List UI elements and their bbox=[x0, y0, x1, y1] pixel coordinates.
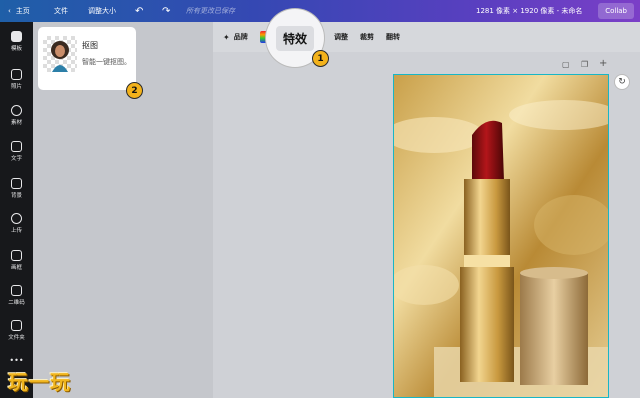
redo-icon[interactable]: ↷ bbox=[162, 0, 170, 22]
top-bar: ‹ 主页 文件 调整大小 ↶ ↷ 所有更改已保存 1281 像素 × 1920 … bbox=[0, 0, 640, 22]
add-page-icon[interactable]: + bbox=[599, 58, 607, 69]
refresh-icon[interactable]: ↻ bbox=[614, 74, 630, 90]
crop-button[interactable]: 裁剪 bbox=[360, 22, 374, 52]
step-badge-1: 1 bbox=[312, 50, 329, 67]
sparkle-icon: ✦ bbox=[223, 32, 230, 42]
duplicate-page-icon[interactable]: ❐ bbox=[581, 60, 588, 69]
flip-button[interactable]: 翻转 bbox=[386, 22, 400, 52]
lipstick-photo bbox=[394, 75, 608, 397]
rail-item-frames[interactable]: 画框 bbox=[0, 250, 33, 271]
background-icon bbox=[11, 178, 22, 189]
elements-icon bbox=[11, 105, 22, 116]
rail-item-upload[interactable]: 上传 bbox=[0, 213, 33, 234]
text-icon bbox=[11, 141, 22, 152]
frame-icon bbox=[11, 250, 22, 261]
rail-item-text[interactable]: 文字 bbox=[0, 141, 33, 162]
effects-tab[interactable]: 特效 bbox=[275, 25, 314, 51]
resize-button[interactable]: 调整大小 bbox=[88, 0, 116, 22]
file-menu[interactable]: 文件 bbox=[54, 0, 68, 22]
rail-item-elements[interactable]: 素材 bbox=[0, 105, 33, 126]
photo-icon bbox=[11, 69, 22, 80]
collab-button[interactable]: Collab bbox=[598, 3, 634, 19]
rail-item-photos[interactable]: 照片 bbox=[0, 69, 33, 90]
folder-icon bbox=[11, 320, 22, 331]
rail-item-qrcode[interactable]: 二维码 bbox=[0, 285, 33, 306]
side-panel: 抠图 智能一键抠图。 bbox=[33, 22, 213, 398]
step-badge-2: 2 bbox=[126, 82, 143, 99]
title-input[interactable]: 所有更改已保存 bbox=[186, 0, 235, 22]
document-dimensions[interactable]: 1281 像素 × 1920 像素 - 未命名 bbox=[476, 0, 582, 22]
rail-item-templates[interactable]: 模板 bbox=[0, 31, 33, 52]
background-remover-card[interactable]: 抠图 智能一键抠图。 bbox=[38, 27, 136, 90]
rail-item-background[interactable]: 背景 bbox=[0, 178, 33, 199]
card-title: 抠图 bbox=[82, 41, 98, 50]
card-subtitle: 智能一键抠图。 bbox=[82, 58, 131, 66]
watermark-logo: 玩一玩 bbox=[8, 370, 71, 394]
template-icon bbox=[11, 31, 22, 42]
artboard-image[interactable] bbox=[393, 74, 609, 398]
rail-item-folders[interactable]: 文件夹 bbox=[0, 320, 33, 341]
adjust-button[interactable]: 调整 bbox=[334, 22, 348, 52]
brand-button[interactable]: ✦ 品牌 bbox=[223, 22, 248, 52]
chevron-left-icon: ‹ bbox=[8, 7, 11, 15]
undo-icon[interactable]: ↶ bbox=[135, 0, 143, 22]
left-rail: 模板 照片 素材 文字 背景 上传 画框 二维码 文件夹 ••• bbox=[0, 22, 33, 398]
upload-icon bbox=[11, 213, 22, 224]
person-cutout-icon bbox=[51, 41, 69, 72]
qrcode-icon bbox=[11, 285, 22, 296]
more-icon[interactable]: ••• bbox=[0, 356, 33, 365]
home-button[interactable]: ‹ 主页 bbox=[8, 0, 30, 22]
background-remover-thumbnail bbox=[43, 36, 77, 72]
note-icon[interactable]: ▢ bbox=[562, 60, 570, 69]
